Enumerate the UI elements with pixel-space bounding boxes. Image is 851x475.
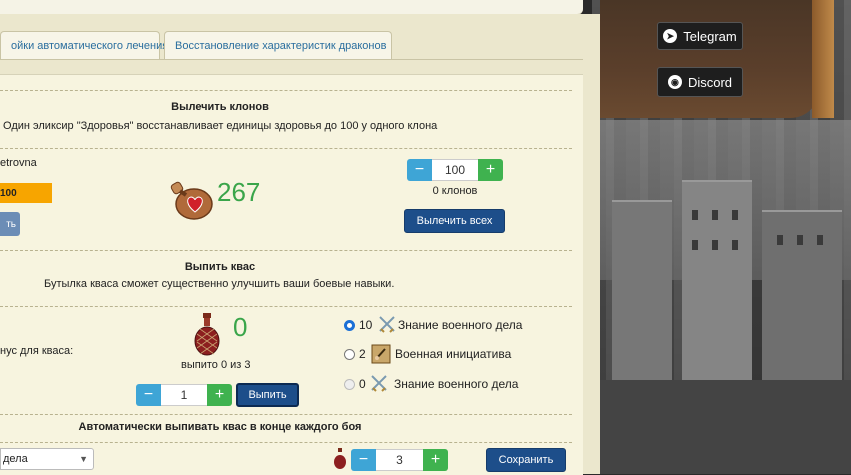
window [797, 235, 803, 245]
separator [0, 414, 572, 415]
option-radio-2[interactable] [344, 349, 355, 360]
window [712, 210, 718, 220]
kvass-description: Бутылка кваса сможет существенно улучшит… [44, 278, 395, 290]
discord-button[interactable]: ◉ Discord [657, 67, 743, 97]
telegram-label: Telegram [683, 28, 737, 44]
kvass-quantity-stepper: − 1 + [136, 384, 232, 406]
option-value-3: 0 [359, 377, 366, 391]
quantity-input[interactable]: 3 [376, 449, 423, 471]
tab-divider [0, 59, 583, 60]
option-value-2: 2 [359, 347, 366, 361]
window [692, 240, 698, 250]
header-parchment [600, 0, 834, 118]
telegram-icon: ➤ [663, 29, 678, 43]
tab-dragon-restore[interactable]: Восстановление характеристик драконов [164, 31, 392, 60]
tab-auto-heal-settings[interactable]: ойки автоматического лечения [0, 31, 168, 60]
building [612, 200, 672, 382]
kvass-bonus-label: нус для кваса: [0, 345, 74, 357]
separator [0, 90, 572, 91]
discord-label: Discord [687, 74, 733, 90]
drink-button[interactable]: Выпить [236, 383, 299, 407]
kvass-drunk-text: выпито 0 из 3 [181, 359, 251, 371]
save-button[interactable]: Сохранить [486, 448, 566, 472]
decrement-button[interactable]: − [407, 159, 432, 181]
heal-title: Вылечить клонов [171, 101, 269, 113]
tab-label: Восстановление характеристик драконов [175, 40, 387, 52]
option-radio-1[interactable] [344, 320, 355, 331]
window [817, 235, 823, 245]
kvass-bottle-icon [194, 313, 220, 356]
kvass-title: Выпить квас [184, 261, 256, 273]
increment-button[interactable]: + [207, 384, 232, 406]
select-value: дела [3, 453, 28, 465]
elixir-count: 267 [217, 177, 261, 207]
option-label-1: Знание военного дела [398, 318, 523, 332]
decrement-button[interactable]: − [136, 384, 161, 406]
heal-clone-button[interactable]: ть [0, 212, 20, 236]
window [777, 235, 783, 245]
quantity-input[interactable]: 100 [432, 159, 478, 181]
decrement-button[interactable]: − [351, 449, 376, 471]
window [692, 210, 698, 220]
separator [0, 442, 572, 443]
increment-button[interactable]: + [423, 449, 448, 471]
auto-skill-select[interactable]: дела ▼ [0, 448, 94, 470]
telegram-button[interactable]: ➤ Telegram [657, 22, 743, 50]
separator [0, 148, 572, 149]
kvass-bottle-small-icon [334, 448, 346, 469]
increment-button[interactable]: + [478, 159, 503, 181]
separator [0, 306, 572, 307]
option-label-3: Знание военного дела [394, 377, 519, 391]
kvass-count: 0 [233, 312, 248, 342]
square-ground [592, 380, 851, 474]
auto-title: Автоматически выпивать квас в конце кажд… [78, 421, 362, 433]
window [732, 210, 738, 220]
parchment-edge [812, 0, 834, 118]
discord-icon: ◉ [667, 75, 682, 89]
clone-name: etrovna [0, 157, 37, 169]
tab-label: ойки автоматического лечения [11, 40, 169, 52]
option-label-2: Военная инициатива [395, 347, 512, 361]
top-strip [0, 0, 583, 15]
window [732, 240, 738, 250]
health-elixir-icon [170, 181, 213, 220]
heal-clone-label: ть [6, 218, 16, 230]
auto-quantity-stepper: − 3 + [351, 449, 448, 471]
health-bar: 100 [0, 183, 52, 203]
crossed-swords-icon [371, 375, 387, 392]
quantity-input[interactable]: 1 [161, 384, 207, 406]
clones-count: 0 клонов [432, 185, 478, 197]
scroll-hand-icon [371, 344, 391, 364]
heal-description: Один эликсир "Здоровья" восстанавливает … [3, 120, 438, 132]
chevron-down-icon: ▼ [79, 454, 88, 464]
heal-all-button[interactable]: Вылечить всех [404, 209, 505, 233]
option-radio-3 [344, 379, 355, 390]
crossed-swords-icon [379, 316, 395, 333]
health-value: 100 [0, 187, 17, 199]
option-value-1: 10 [359, 318, 373, 332]
heal-quantity-stepper: − 100 + [407, 159, 503, 181]
window [712, 240, 718, 250]
separator [0, 250, 572, 251]
